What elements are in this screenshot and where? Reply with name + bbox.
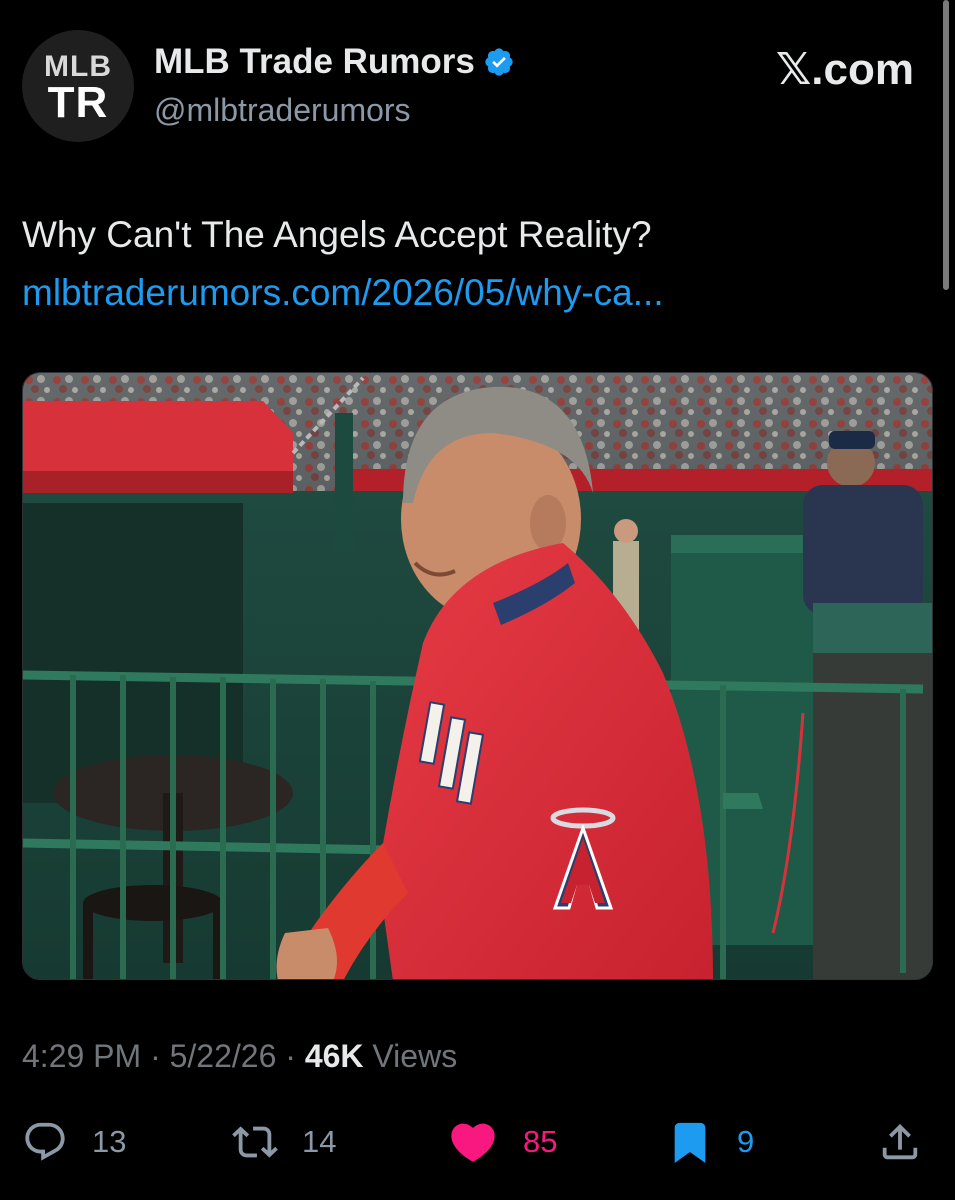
bookmark-icon (674, 1122, 706, 1163)
like-count: 85 (523, 1124, 558, 1159)
x-logo-icon: 𝕏 (775, 44, 812, 95)
views-label: Views (363, 1038, 458, 1074)
x-com-label: .com (811, 45, 914, 94)
share-icon (882, 1123, 918, 1160)
repost-button[interactable]: 14 (232, 1116, 336, 1168)
bookmark-button[interactable]: 9 (667, 1116, 754, 1168)
repost-count: 14 (302, 1124, 337, 1159)
share-button[interactable] (877, 1116, 923, 1168)
tweet-time[interactable]: 4:29 PM (22, 1038, 141, 1074)
tweet-image[interactable] (22, 372, 933, 980)
like-button[interactable]: 85 (447, 1116, 557, 1168)
tweet-link[interactable]: mlbtraderumors.com/2026/05/why-ca... (22, 266, 664, 320)
reply-button[interactable]: 13 (22, 1116, 126, 1168)
views-count: 46K (304, 1038, 364, 1074)
tweet-photo (23, 373, 932, 979)
reply-icon (25, 1122, 65, 1161)
heart-icon (451, 1123, 495, 1162)
handle[interactable]: @mlbtraderumors (154, 92, 411, 129)
display-name[interactable]: MLB Trade Rumors (154, 42, 475, 82)
tweet-header: MLB TR MLB Trade Rumors @mlbtraderumors … (22, 28, 922, 148)
avatar-text-bottom: TR (47, 78, 109, 127)
verified-badge-icon (485, 48, 513, 76)
tweet-meta: 4:29 PM · 5/22/26 · 46K Views (22, 1038, 457, 1075)
tweet-text: Why Can't The Angels Accept Reality? (22, 214, 652, 255)
repost-icon (232, 1126, 278, 1158)
reply-count: 13 (92, 1124, 127, 1159)
bookmark-count: 9 (737, 1124, 755, 1159)
avatar[interactable]: MLB TR (22, 30, 134, 142)
page-scrollbar[interactable] (943, 0, 949, 290)
meta-separator: · (276, 1038, 305, 1074)
action-bar: 13 14 85 9 (22, 1116, 927, 1168)
tweet-date[interactable]: 5/22/26 (170, 1038, 277, 1074)
meta-separator: · (141, 1038, 170, 1074)
name-row: MLB Trade Rumors (154, 42, 515, 82)
x-com-logo[interactable]: 𝕏.com (776, 44, 914, 95)
